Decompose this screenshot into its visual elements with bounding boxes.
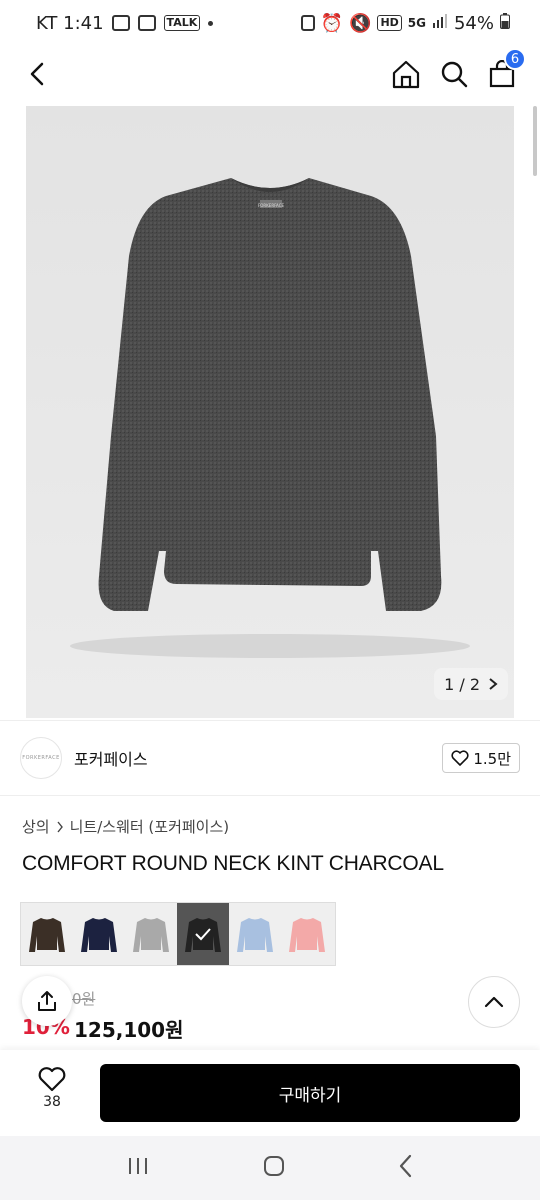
battery-text: 54% [453, 12, 494, 34]
brand-like-button[interactable]: 1.5만 [442, 743, 520, 773]
brand-name[interactable]: 포커페이스 [74, 746, 148, 770]
signal-icon [432, 13, 448, 34]
sweater-thumbnail [29, 918, 65, 952]
brand-row[interactable]: FORKERFACE 포커페이스 1.5만 [0, 720, 540, 796]
back-nav-button[interactable] [398, 1154, 414, 1182]
network-label: 5G [407, 16, 426, 30]
sweater-thumbnail [81, 918, 117, 952]
chevron-up-icon [484, 996, 504, 1008]
product-image-carousel[interactable]: FORKERFACE 1 / 2 [26, 106, 514, 718]
garment-label: FORKERFACE [258, 203, 285, 208]
product-title: COMFORT ROUND NECK KINT CHARCOAL [22, 852, 444, 875]
breadcrumb-subcategory[interactable]: 니트/스웨터 (포커페이스) [70, 816, 230, 837]
share-button[interactable] [22, 976, 72, 1026]
image-pager[interactable]: 1 / 2 [434, 668, 508, 700]
color-swatch[interactable] [281, 903, 333, 965]
breadcrumb-category[interactable]: 상의 [22, 816, 50, 837]
home-nav-button[interactable] [262, 1154, 286, 1182]
clock: KT 1:41 [36, 12, 104, 34]
color-swatch[interactable] [21, 903, 73, 965]
breadcrumb: 상의 니트/스웨터 (포커페이스) [22, 816, 229, 837]
color-swatch[interactable] [125, 903, 177, 965]
heart-icon [451, 750, 469, 766]
color-swatch[interactable] [73, 903, 125, 965]
product-image: FORKERFACE [70, 178, 470, 658]
color-swatch-selected[interactable] [177, 903, 229, 965]
original-price: 0원 [72, 990, 96, 1008]
check-icon [195, 928, 211, 941]
wishlist-button[interactable]: 38 [28, 1066, 76, 1110]
chevron-right-icon [489, 678, 498, 690]
back-button[interactable] [18, 54, 58, 94]
cart-button[interactable]: 6 [482, 48, 526, 94]
search-icon [441, 61, 468, 88]
secure-folder-icon [300, 15, 315, 31]
brand-like-count: 1.5만 [473, 749, 511, 768]
page-scrollbar[interactable] [533, 106, 537, 176]
alarm-icon: ⏰ [320, 12, 344, 34]
chevron-right-icon [57, 821, 63, 832]
heart-icon [38, 1067, 66, 1092]
sale-price: 125,100원 [74, 1018, 184, 1042]
sweater-thumbnail [289, 918, 325, 952]
home-button[interactable] [386, 54, 426, 94]
scroll-top-button[interactable] [468, 976, 520, 1028]
back-arrow-icon [30, 62, 44, 86]
cart-count-badge: 6 [504, 48, 526, 70]
more-notifications-icon [208, 20, 214, 26]
share-icon [38, 991, 56, 1011]
purchase-bar: 38 구매하기 [0, 1050, 540, 1136]
system-nav-bar [0, 1136, 540, 1200]
recent-apps-icon [129, 1158, 147, 1174]
search-button[interactable] [434, 54, 474, 94]
top-app-bar: 6 [0, 46, 540, 104]
wishlist-count: 38 [43, 1094, 61, 1110]
hd-icon: HD [377, 15, 402, 31]
pager-text: 1 / 2 [444, 674, 480, 694]
sweater-thumbnail [237, 918, 273, 952]
talk-icon: TALK [163, 15, 201, 31]
sweater-thumbnail [133, 918, 169, 952]
mute-icon: 🔇 [349, 12, 372, 34]
chart-icon [137, 15, 156, 31]
home-circle-icon [264, 1156, 284, 1176]
color-swatches [20, 902, 336, 966]
color-swatch[interactable] [229, 903, 281, 965]
buy-button[interactable]: 구매하기 [100, 1064, 520, 1122]
back-nav-icon [399, 1154, 412, 1178]
home-icon [392, 60, 420, 89]
brand-logo[interactable]: FORKERFACE [20, 737, 62, 779]
status-bar: KT 1:41 TALK ⏰ 🔇 HD 5G 54% [0, 0, 540, 46]
battery-icon [500, 12, 510, 34]
recent-apps-button[interactable] [126, 1156, 150, 1180]
gallery-icon [111, 15, 130, 31]
